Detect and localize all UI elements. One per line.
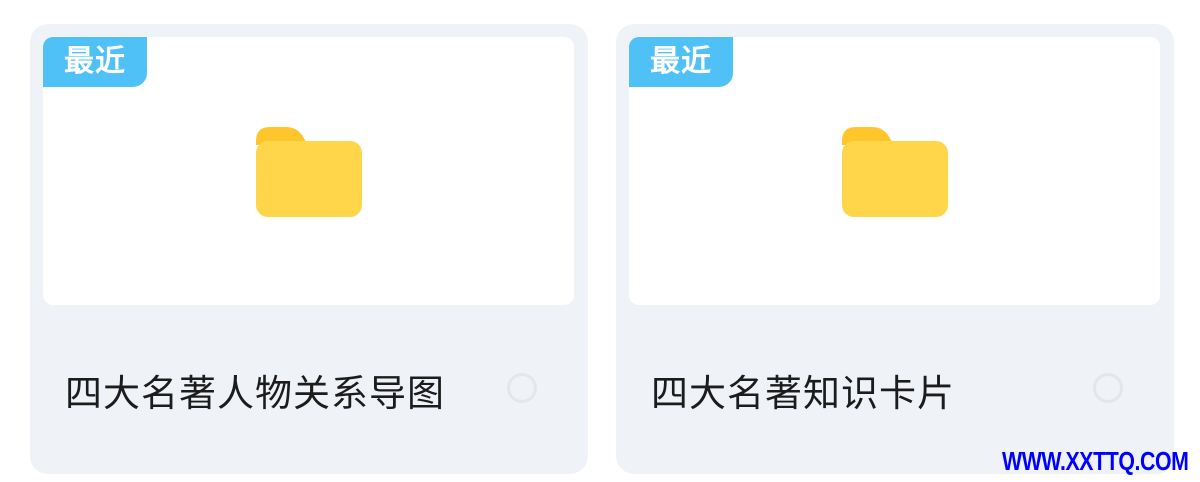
file-card[interactable]: 最近 四大名著知识卡片: [616, 24, 1174, 474]
file-name[interactable]: 四大名著知识卡片: [651, 367, 955, 421]
recent-badge: 最近: [629, 37, 733, 87]
watermark: WWW.XXTTQ.COM: [1002, 446, 1189, 476]
select-radio[interactable]: [507, 373, 537, 403]
folder-icon: [842, 127, 948, 217]
file-card[interactable]: 最近 四大名著人物关系导图: [30, 24, 588, 474]
recent-badge: 最近: [43, 37, 147, 87]
select-radio[interactable]: [1093, 373, 1123, 403]
file-name[interactable]: 四大名著人物关系导图: [65, 367, 445, 421]
file-preview[interactable]: 最近: [43, 37, 574, 305]
folder-icon: [256, 127, 362, 217]
file-preview[interactable]: 最近: [629, 37, 1160, 305]
